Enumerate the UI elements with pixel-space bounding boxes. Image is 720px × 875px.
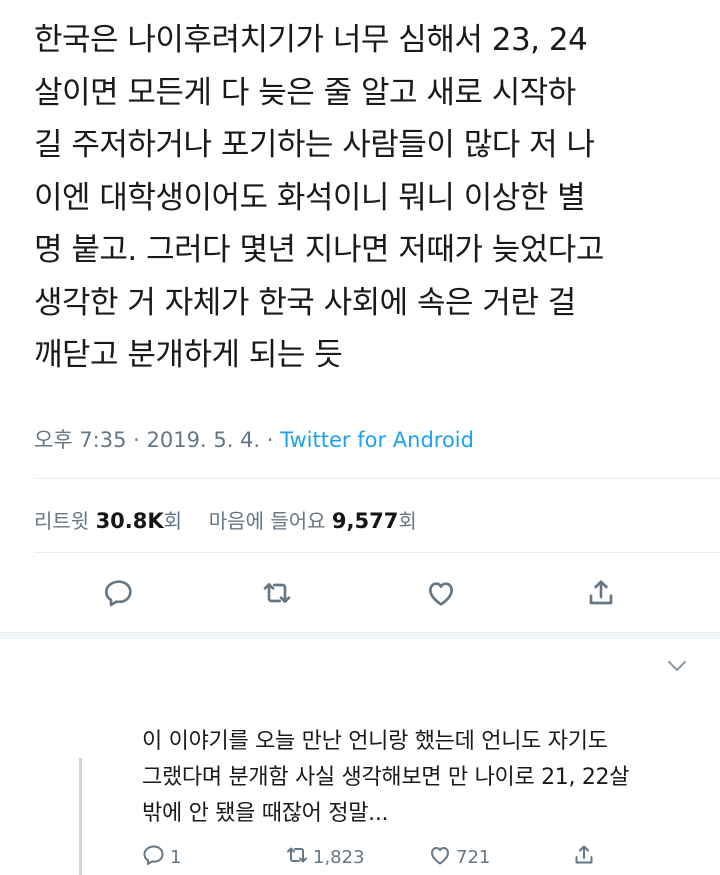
tweet-meta: 오후 7:35 · 2019. 5. 4. · Twitter for Andr…: [34, 424, 474, 454]
chevron-down-icon[interactable]: [664, 656, 690, 676]
tweet-text-line: 명 붙고. 그러다 몇년 지나면 저때가 늦었다고: [34, 232, 604, 268]
reply-icon: [103, 577, 135, 613]
reply-retweet-button[interactable]: 1,823: [285, 842, 365, 872]
tweet-text-line: 깨닫고 분개하게 되는 듯: [34, 337, 343, 373]
reply-like-count: 721: [456, 846, 491, 868]
tweet-date[interactable]: 2019. 5. 4.: [147, 428, 261, 452]
section-separator: [0, 632, 720, 639]
heart-icon: [428, 843, 456, 872]
tweet-time: 오후 7:35: [34, 428, 127, 452]
retweets-suffix: 회: [163, 509, 183, 533]
meta-separator: ·: [133, 428, 140, 452]
share-icon: [572, 843, 600, 872]
tweet-action-bar: [0, 572, 720, 618]
reply-text-line: 밖에 안 됐을 때잖어 정말...: [142, 801, 389, 826]
reply-icon: [142, 843, 170, 872]
reply-button[interactable]: [96, 572, 142, 618]
share-icon: [585, 577, 617, 613]
likes-label[interactable]: 마음에 들어요: [209, 509, 326, 533]
tweet-text-line: 한국은 나이후려치기가 너무 심해서 23, 24: [34, 22, 588, 58]
reply-reply-button[interactable]: 1: [142, 842, 181, 872]
divider: [34, 552, 720, 553]
tweet-text-line: 이엔 대학생이어도 화석이니 뭐니 이상한 별: [34, 179, 586, 216]
reply-text: 이 이야기를 오늘 만난 언니랑 했는데 언니도 자기도 그랬다며 분개함 사실…: [142, 724, 702, 832]
meta-separator: ·: [266, 428, 274, 452]
likes-suffix: 회: [398, 509, 417, 533]
retweets-label[interactable]: 리트윗: [34, 509, 89, 533]
retweet-button[interactable]: [254, 572, 300, 618]
tweet-text-line: 살이면 모든게 다 늦은 줄 알고 새로 시작하: [34, 74, 576, 111]
retweets-count[interactable]: 30.8K: [96, 509, 164, 533]
tweet-text-line: 길 주저하거나 포기하는 사람들이 많다 저 나: [34, 127, 595, 163]
retweet-icon: [261, 577, 293, 613]
divider: [34, 478, 720, 479]
tweet-text: 한국은 나이후려치기가 너무 심해서 23, 24 살이면 모든게 다 늦은 줄…: [34, 14, 694, 382]
reply-text-line: 그랬다며 분개함 사실 생각해보면 만 나이로 21, 22살: [142, 765, 630, 790]
reply-like-button[interactable]: 721: [428, 842, 490, 872]
reply-reply-count: 1: [170, 846, 182, 868]
share-button[interactable]: [578, 572, 624, 618]
retweet-icon: [285, 843, 313, 872]
reply-retweet-count: 1,823: [313, 846, 365, 868]
likes-count[interactable]: 9,577: [332, 509, 398, 533]
tweet-stats: 리트윗 30.8K회 마음에 들어요 9,577회: [34, 505, 417, 534]
tweet-text-line: 생각한 거 자체가 한국 사회에 속은 거란 걸: [34, 284, 576, 321]
reply-text-line: 이 이야기를 오늘 만난 언니랑 했는데 언니도 자기도: [142, 729, 608, 754]
reply-action-bar: 1 1,823 721: [0, 842, 720, 872]
heart-icon: [425, 577, 457, 613]
tweet-source-link[interactable]: Twitter for Android: [280, 428, 474, 452]
like-button[interactable]: [418, 572, 464, 618]
reply-share-button[interactable]: [572, 842, 600, 872]
